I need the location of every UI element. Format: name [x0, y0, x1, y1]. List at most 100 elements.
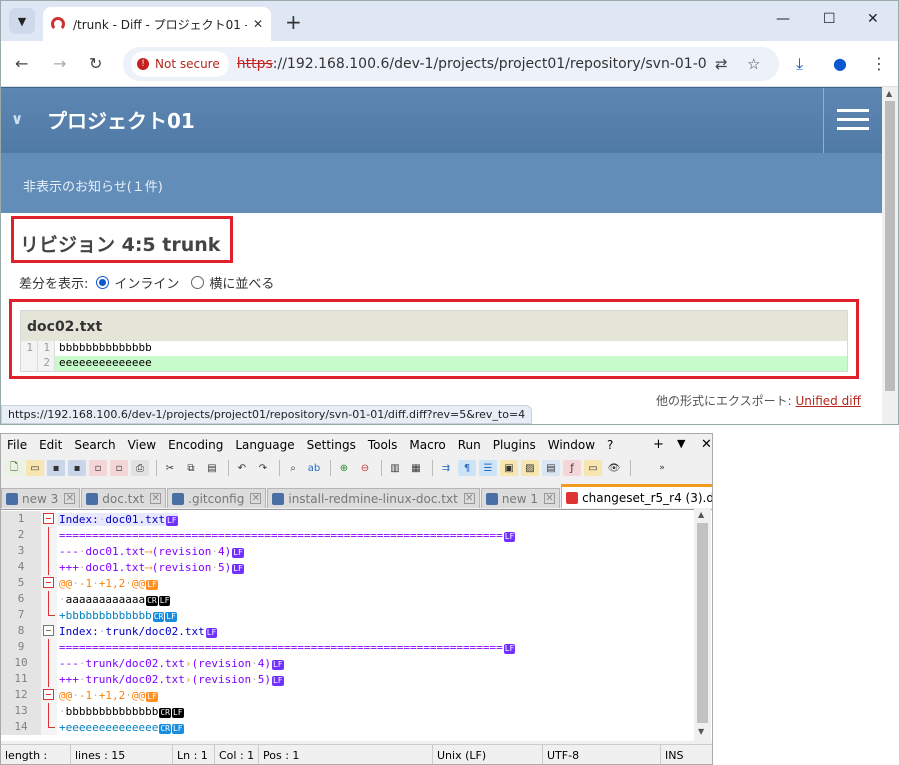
menu-help[interactable]: ?: [607, 438, 613, 452]
side-by-side-radio-label[interactable]: 横に並べる: [209, 273, 274, 292]
document-map-icon[interactable]: ▨: [521, 460, 539, 476]
menu-run[interactable]: Run: [458, 438, 481, 452]
inline-radio-label[interactable]: インライン: [114, 273, 179, 292]
indent-guide-icon[interactable]: ☰: [479, 460, 497, 476]
editor-line[interactable]: 12 @@·-1·+1,2·@@ LF: [1, 687, 694, 703]
menu-plugins[interactable]: Plugins: [493, 438, 536, 452]
list-tabs-button[interactable]: ▼: [677, 437, 685, 450]
open-file-icon[interactable]: ▭: [26, 460, 44, 476]
security-indicator[interactable]: ! Not secure: [131, 51, 229, 77]
editor-scrollbar-thumb[interactable]: [697, 523, 708, 723]
word-wrap-icon[interactable]: ⇉: [437, 460, 455, 476]
hamburger-menu-button[interactable]: [823, 88, 882, 154]
scroll-up-icon[interactable]: ▲: [698, 510, 704, 519]
translate-icon[interactable]: ⇄: [715, 55, 728, 73]
doc-tab[interactable]: install-redmine-linux-doc.txt ✕: [267, 488, 480, 508]
menu-file[interactable]: File: [7, 438, 27, 452]
scroll-down-icon[interactable]: ▼: [698, 727, 704, 736]
menu-macro[interactable]: Macro: [409, 438, 445, 452]
profile-avatar-icon[interactable]: ●: [833, 54, 847, 73]
inline-radio[interactable]: [96, 276, 110, 289]
browser-tab[interactable]: /trunk - Diff - プロジェクト01 - Ad ✕: [43, 7, 271, 41]
new-tab-button[interactable]: +: [285, 10, 302, 34]
editor-pane[interactable]: 1 Index:·doc01.txt LF 2 ===================…: [1, 509, 712, 741]
editor-line[interactable]: 13 ·bbbbbbbbbbbbbb CR LF: [1, 703, 694, 719]
menu-view[interactable]: View: [128, 438, 156, 452]
zoom-in-icon[interactable]: ⊕: [335, 460, 353, 476]
menu-edit[interactable]: Edit: [39, 438, 62, 452]
save-all-icon[interactable]: ▪: [68, 460, 86, 476]
status-encoding[interactable]: UTF-8: [543, 744, 661, 764]
close-tab-icon[interactable]: ✕: [250, 493, 262, 504]
doc-tab-active[interactable]: changeset_r5_r4 (3).diff✕: [561, 484, 712, 508]
find-icon[interactable]: ⌕: [284, 460, 302, 476]
menu-encoding[interactable]: Encoding: [168, 438, 223, 452]
project-jump-chevron-icon[interactable]: ∨: [11, 110, 23, 128]
reload-icon[interactable]: ↻: [89, 54, 102, 73]
close-tab-icon[interactable]: ✕: [463, 493, 475, 504]
tab-search-button[interactable]: ▼: [9, 8, 35, 34]
cut-icon[interactable]: ✂: [161, 460, 179, 476]
address-bar[interactable]: ! Not secure https://192.168.100.6/dev-1…: [123, 47, 779, 81]
sync-vertical-icon[interactable]: ▥: [386, 460, 404, 476]
menu-language[interactable]: Language: [235, 438, 294, 452]
replace-icon[interactable]: ab: [305, 460, 323, 476]
menu-settings[interactable]: Settings: [307, 438, 356, 452]
unified-diff-link[interactable]: Unified diff: [796, 394, 861, 408]
close-tab-icon[interactable]: ✕: [64, 493, 76, 504]
url-text[interactable]: https://192.168.100.6/dev-1/projects/pro…: [237, 56, 707, 72]
new-file-icon[interactable]: 🗋: [5, 460, 23, 476]
status-eol[interactable]: Unix (LF): [433, 744, 543, 764]
print-icon[interactable]: ⎙: [131, 460, 149, 476]
copy-icon[interactable]: ⧉: [182, 460, 200, 476]
more-menu-icon[interactable]: ⋮: [871, 54, 887, 73]
page-scrollbar[interactable]: ▲: [882, 87, 898, 424]
paste-icon[interactable]: ▤: [203, 460, 221, 476]
doc-tab[interactable]: .gitconfig ✕: [167, 488, 267, 508]
function-list-icon[interactable]: ƒ: [563, 460, 581, 476]
sync-horizontal-icon[interactable]: ▦: [407, 460, 425, 476]
editor-scrollbar[interactable]: ▲ ▼: [694, 509, 711, 741]
minimize-icon[interactable]: —: [776, 11, 790, 27]
doc-tab[interactable]: new 3 ✕: [1, 488, 81, 508]
menu-window[interactable]: Window: [548, 438, 595, 452]
monitoring-icon[interactable]: 👁: [605, 460, 623, 476]
editor-line[interactable]: 11 +++·trunk/doc02.txt›(revision·5) LF: [1, 671, 694, 687]
zoom-out-icon[interactable]: ⊖: [356, 460, 374, 476]
editor-line[interactable]: 5 @@·-1·+1,2·@@ LF: [1, 575, 694, 591]
menu-search[interactable]: Search: [74, 438, 115, 452]
toolbar-overflow-icon[interactable]: »: [653, 460, 671, 476]
document-list-icon[interactable]: ▤: [542, 460, 560, 476]
close-window-icon[interactable]: ✕: [867, 11, 879, 27]
editor-line[interactable]: 14 +eeeeeeeeeeeeee CR LF: [1, 719, 694, 735]
close-tab-icon[interactable]: ✕: [253, 17, 263, 31]
folder-as-workspace-icon[interactable]: ▭: [584, 460, 602, 476]
editor-line[interactable]: 10 ---·trunk/doc02.txt›(revision·4) LF: [1, 655, 694, 671]
editor-line[interactable]: 6 ·aaaaaaaaaaaa CR LF: [1, 591, 694, 607]
project-title[interactable]: プロジェクト01: [47, 105, 195, 134]
menu-tools[interactable]: Tools: [368, 438, 398, 452]
download-icon[interactable]: ⤓: [796, 54, 803, 74]
new-tab-menu-button[interactable]: +: [653, 437, 664, 452]
scroll-up-icon[interactable]: ▲: [886, 89, 892, 98]
editor-line[interactable]: 8 Index:·trunk/doc02.txt LF: [1, 623, 694, 639]
close-all-icon[interactable]: ▫: [110, 460, 128, 476]
editor-line[interactable]: 9 =======================================…: [1, 639, 694, 655]
user-defined-language-icon[interactable]: ▣: [500, 460, 518, 476]
status-insert-mode[interactable]: INS: [661, 745, 709, 765]
back-icon[interactable]: ←: [15, 54, 28, 73]
show-all-characters-icon[interactable]: ¶: [458, 460, 476, 476]
bookmark-star-icon[interactable]: ☆: [747, 55, 760, 73]
redo-icon[interactable]: ↷: [254, 460, 272, 476]
doc-tab[interactable]: new 1 ✕: [480, 488, 561, 508]
editor-line[interactable]: 7 +bbbbbbbbbbbbb CR LF: [1, 607, 694, 623]
editor-line[interactable]: 3 ---·doc01.txt⟶(revision·4) LF: [1, 543, 694, 559]
hidden-announcements-link[interactable]: 非表示のお知らせ(１件): [23, 176, 163, 195]
editor-line[interactable]: 2 =======================================…: [1, 527, 694, 543]
close-icon[interactable]: ▫: [89, 460, 107, 476]
close-tab-icon[interactable]: ✕: [544, 493, 556, 504]
maximize-icon[interactable]: ☐: [823, 11, 836, 27]
undo-icon[interactable]: ↶: [233, 460, 251, 476]
side-by-side-radio[interactable]: [191, 276, 205, 289]
editor-line[interactable]: 4 +++·doc01.txt⟶(revision·5) LF: [1, 559, 694, 575]
